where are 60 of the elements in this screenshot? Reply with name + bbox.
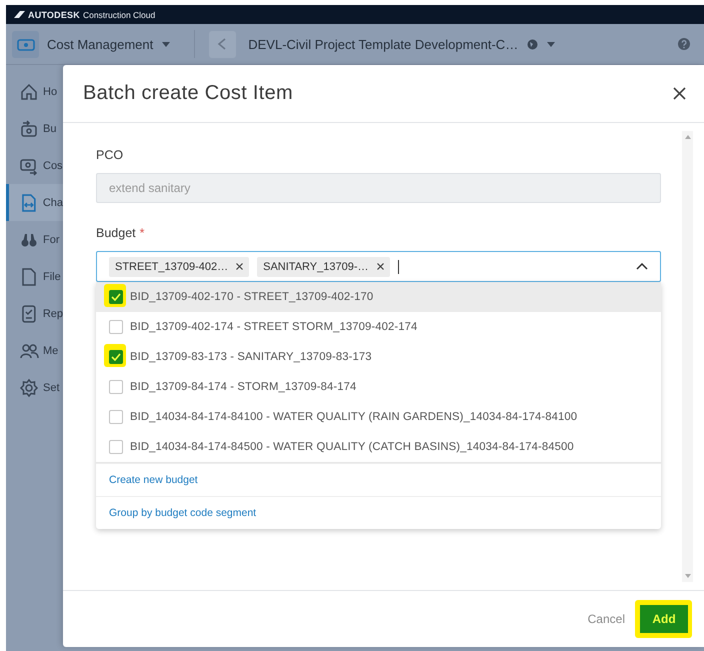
budget-select[interactable]: STREET_13709-402… SANITARY_13709-… bbox=[96, 251, 661, 282]
module-icon[interactable] bbox=[12, 30, 39, 58]
remove-icon bbox=[236, 263, 244, 270]
sidebar-item[interactable]: Rep bbox=[6, 295, 63, 332]
sidebar-item[interactable]: Set bbox=[6, 369, 63, 406]
sidebar-item[interactable]: Bu bbox=[6, 110, 63, 147]
home-icon bbox=[19, 82, 39, 102]
sidebar-item[interactable]: File bbox=[6, 258, 63, 295]
option-label: BID_13709-402-170 - STREET_13709-402-170 bbox=[130, 291, 374, 303]
list-option[interactable]: BID_14034-84-174-84500 - WATER QUALITY (CATCH BASINS)_14034-84-174-84500 bbox=[96, 432, 661, 462]
checkbox[interactable] bbox=[109, 380, 123, 394]
option-label: BID_13709-83-173 - SANITARY_13709-83-173 bbox=[130, 351, 372, 363]
checkbox[interactable] bbox=[109, 290, 123, 304]
dropdown-link[interactable]: Create new budget bbox=[109, 474, 198, 486]
option-label: BID_13709-402-174 - STREET STORM_13709-402-174 bbox=[130, 321, 418, 333]
logo-icon bbox=[14, 11, 25, 18]
option-label: BID_14034-84-174-84100 - WATER QUALITY (RAIN GARDENS)_14034-84-174-84100 bbox=[130, 411, 578, 423]
field-label: Budget bbox=[96, 226, 136, 240]
sidebar-item[interactable]: Me bbox=[6, 332, 63, 369]
remove-icon bbox=[376, 263, 384, 270]
checkbox[interactable] bbox=[109, 410, 123, 424]
selected-tag[interactable]: STREET_13709-402… bbox=[109, 256, 250, 276]
list-option[interactable]: BID_13709-402-170 - STREET_13709-402-170 bbox=[96, 282, 661, 312]
option-label: BID_14034-84-174-84500 - WATER QUALITY (CATCH BASINS)_14034-84-174-84500 bbox=[130, 441, 574, 453]
sidebar-item[interactable]: Cha bbox=[6, 184, 63, 221]
list-option[interactable]: BID_13709-402-174 - STREET STORM_13709-402-174 bbox=[96, 312, 661, 342]
dialog-title: Batch create Cost Item bbox=[83, 82, 294, 105]
chevron-up-icon bbox=[636, 263, 648, 270]
module-dropdown[interactable]: Cost Management bbox=[39, 36, 154, 52]
list-option[interactable]: BID_13709-83-173 - SANITARY_13709-83-173 bbox=[96, 342, 661, 372]
caret-icon bbox=[162, 42, 170, 46]
project-dropdown[interactable]: DEVL-Civil Project Template Development-C… bbox=[236, 36, 518, 52]
sidebar-item[interactable]: For bbox=[6, 221, 63, 258]
sidebar-item[interactable]: Cos bbox=[6, 147, 63, 184]
money-icon bbox=[19, 118, 39, 138]
cancel-button[interactable]: Cancel bbox=[576, 605, 636, 633]
list-option[interactable]: BID_14034-84-174-84100 - WATER QUALITY (RAIN GARDENS)_14034-84-174-84100 bbox=[96, 402, 661, 432]
checkbox[interactable] bbox=[109, 320, 123, 334]
help-icon bbox=[678, 38, 690, 50]
dropdown-link[interactable]: Group by budget code segment bbox=[109, 507, 256, 519]
scroll-up-icon bbox=[684, 135, 690, 139]
field-label: PCO bbox=[96, 148, 124, 162]
required-mark: * bbox=[140, 226, 144, 240]
selected-tag[interactable]: SANITARY_13709-… bbox=[257, 256, 390, 276]
checkbox[interactable] bbox=[109, 440, 123, 454]
cost-icon bbox=[16, 37, 34, 51]
close-button[interactable] bbox=[671, 85, 688, 102]
gear-icon bbox=[19, 378, 39, 398]
scroll-down-icon bbox=[684, 574, 690, 578]
scrollbar[interactable] bbox=[682, 131, 693, 582]
product-name: Construction Cloud bbox=[82, 10, 156, 20]
brand-logo: AUTODESK bbox=[28, 10, 80, 20]
caret-icon bbox=[547, 42, 556, 46]
close-icon bbox=[673, 87, 686, 100]
sidebar-item[interactable]: Ho bbox=[6, 73, 63, 110]
globe-icon bbox=[527, 38, 538, 50]
list-option[interactable]: BID_13709-84-174 - STORM_13709-84-174 bbox=[96, 372, 661, 402]
checkbox[interactable] bbox=[109, 350, 123, 364]
option-label: BID_13709-84-174 - STORM_13709-84-174 bbox=[130, 381, 356, 393]
add-button[interactable]: Add bbox=[640, 605, 688, 633]
